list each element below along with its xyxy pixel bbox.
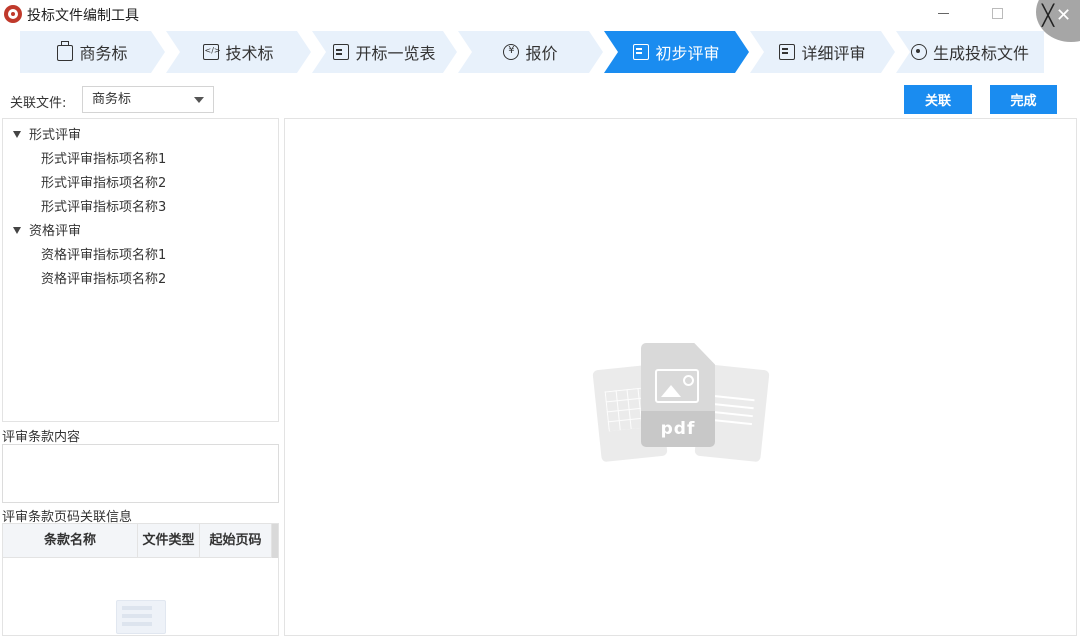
close-icon-overlay[interactable]: ✕: [1056, 6, 1071, 26]
step-label: 详细评审: [801, 44, 866, 63]
pdf-placeholder-icon: pdf: [589, 343, 779, 473]
step-preliminary-review[interactable]: 初步评审: [604, 31, 749, 73]
step-label: 商务标: [79, 44, 128, 63]
step-business[interactable]: 商务标: [20, 31, 165, 73]
chevron-down-icon: [194, 97, 204, 103]
tree-group-label: 形式评审: [29, 128, 82, 143]
clause-content-textarea[interactable]: [2, 444, 279, 503]
tree-item[interactable]: 形式评审指标项名称3: [41, 196, 166, 215]
associated-file-select[interactable]: 商务标: [82, 86, 214, 113]
column-header-start-page[interactable]: 起始页码: [200, 524, 272, 558]
step-label: 开标一览表: [355, 44, 436, 63]
tree-item[interactable]: 资格评审指标项名称2: [41, 268, 166, 287]
briefcase-icon: [57, 45, 73, 61]
tree-item[interactable]: 形式评审指标项名称2: [41, 172, 166, 191]
step-label: 报价: [525, 44, 558, 63]
column-header-file-type[interactable]: 文件类型: [138, 524, 200, 558]
table-header: 条款名称 文件类型 起始页码: [3, 524, 278, 558]
caret-down-icon[interactable]: [13, 131, 21, 138]
step-navigation: 商务标 </> 技术标 开标一览表 ¥ 报价 初步评审 详细评审 生成投标文件: [20, 31, 1050, 73]
review-tree: 形式评审 形式评审指标项名称1 形式评审指标项名称2 形式评审指标项名称3 资格…: [2, 118, 279, 422]
close-icon[interactable]: ╳: [1042, 5, 1054, 25]
column-header-clause-name[interactable]: 条款名称: [3, 524, 138, 558]
tree-group-formal-review[interactable]: 形式评审: [13, 124, 81, 143]
app-title: 投标文件编制工具: [27, 8, 139, 24]
app-logo-icon: [4, 5, 22, 23]
caret-down-icon[interactable]: [13, 227, 21, 234]
done-button[interactable]: 完成: [990, 85, 1057, 114]
step-label: 初步评审: [655, 44, 720, 63]
document-icon: [333, 44, 349, 60]
checklist-icon: [779, 44, 795, 60]
minimize-button[interactable]: [938, 13, 949, 14]
tree-item[interactable]: 形式评审指标项名称1: [41, 148, 166, 167]
clause-page-table: 条款名称 文件类型 起始页码: [2, 523, 279, 636]
target-icon: [910, 44, 927, 60]
clause-content-label: 评审条款内容: [2, 430, 81, 445]
tree-item[interactable]: 资格评审指标项名称1: [41, 244, 166, 263]
yen-icon: ¥: [503, 44, 519, 60]
document-preview: pdf: [284, 118, 1077, 636]
empty-table-illustration: [110, 600, 170, 635]
table-scrollbar[interactable]: [272, 524, 278, 558]
link-button[interactable]: 关联: [904, 85, 972, 114]
tree-group-label: 资格评审: [29, 224, 82, 239]
tree-group-qualification-review[interactable]: 资格评审: [13, 220, 81, 239]
step-quotation[interactable]: ¥ 报价: [458, 31, 603, 73]
step-generate-bid-file[interactable]: 生成投标文件: [896, 31, 1044, 73]
step-detailed-review[interactable]: 详细评审: [750, 31, 895, 73]
step-label: 生成投标文件: [932, 44, 1029, 63]
associated-file-value: 商务标: [92, 92, 132, 107]
step-technical[interactable]: </> 技术标: [166, 31, 311, 73]
pdf-label: pdf: [660, 419, 696, 439]
checklist-icon: [633, 44, 649, 60]
maximize-button[interactable]: [992, 8, 1003, 19]
step-bid-opening-list[interactable]: 开标一览表: [312, 31, 457, 73]
step-label: 技术标: [225, 44, 274, 63]
code-icon: </>: [203, 44, 219, 60]
title-bar: 投标文件编制工具 ╳ ✕: [0, 0, 1080, 42]
associated-file-label: 关联文件:: [10, 96, 67, 111]
image-icon: [655, 369, 699, 403]
